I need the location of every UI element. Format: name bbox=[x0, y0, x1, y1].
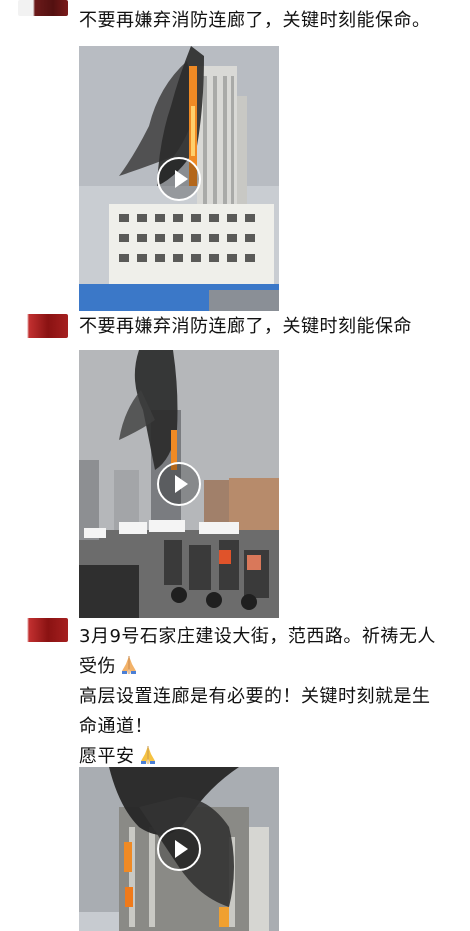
post-text-line: 高层设置连廊是有必要的！关键时刻就是生 bbox=[79, 686, 431, 707]
post-text-line: 命通道！ bbox=[79, 716, 153, 737]
video-thumbnail[interactable] bbox=[79, 350, 279, 618]
avatar[interactable] bbox=[18, 0, 68, 16]
play-icon[interactable] bbox=[157, 156, 201, 201]
pray-emoji-icon bbox=[122, 656, 136, 674]
avatar[interactable] bbox=[18, 314, 68, 338]
video-thumbnail[interactable] bbox=[79, 767, 279, 931]
post-text-line: 3月9号石家庄建设大街，范西路。祈祷无人 bbox=[79, 626, 436, 647]
play-icon[interactable] bbox=[157, 827, 201, 871]
post-text-line: 受伤 bbox=[79, 652, 464, 682]
play-icon[interactable] bbox=[157, 462, 201, 506]
pray-emoji-icon bbox=[140, 746, 155, 764]
post-text: 不要再嫌弃消防连廊了，关键时刻能保命 bbox=[79, 316, 412, 337]
post-text: 不要再嫌弃消防连廊了，关键时刻能保命。 bbox=[79, 10, 431, 31]
post-text: 3月9号石家庄建设大街，范西路。祈祷无人 受伤 高层设置连廊是有必要的！关键时刻… bbox=[79, 622, 464, 772]
video-thumbnail[interactable] bbox=[79, 46, 279, 311]
avatar[interactable] bbox=[18, 618, 68, 642]
